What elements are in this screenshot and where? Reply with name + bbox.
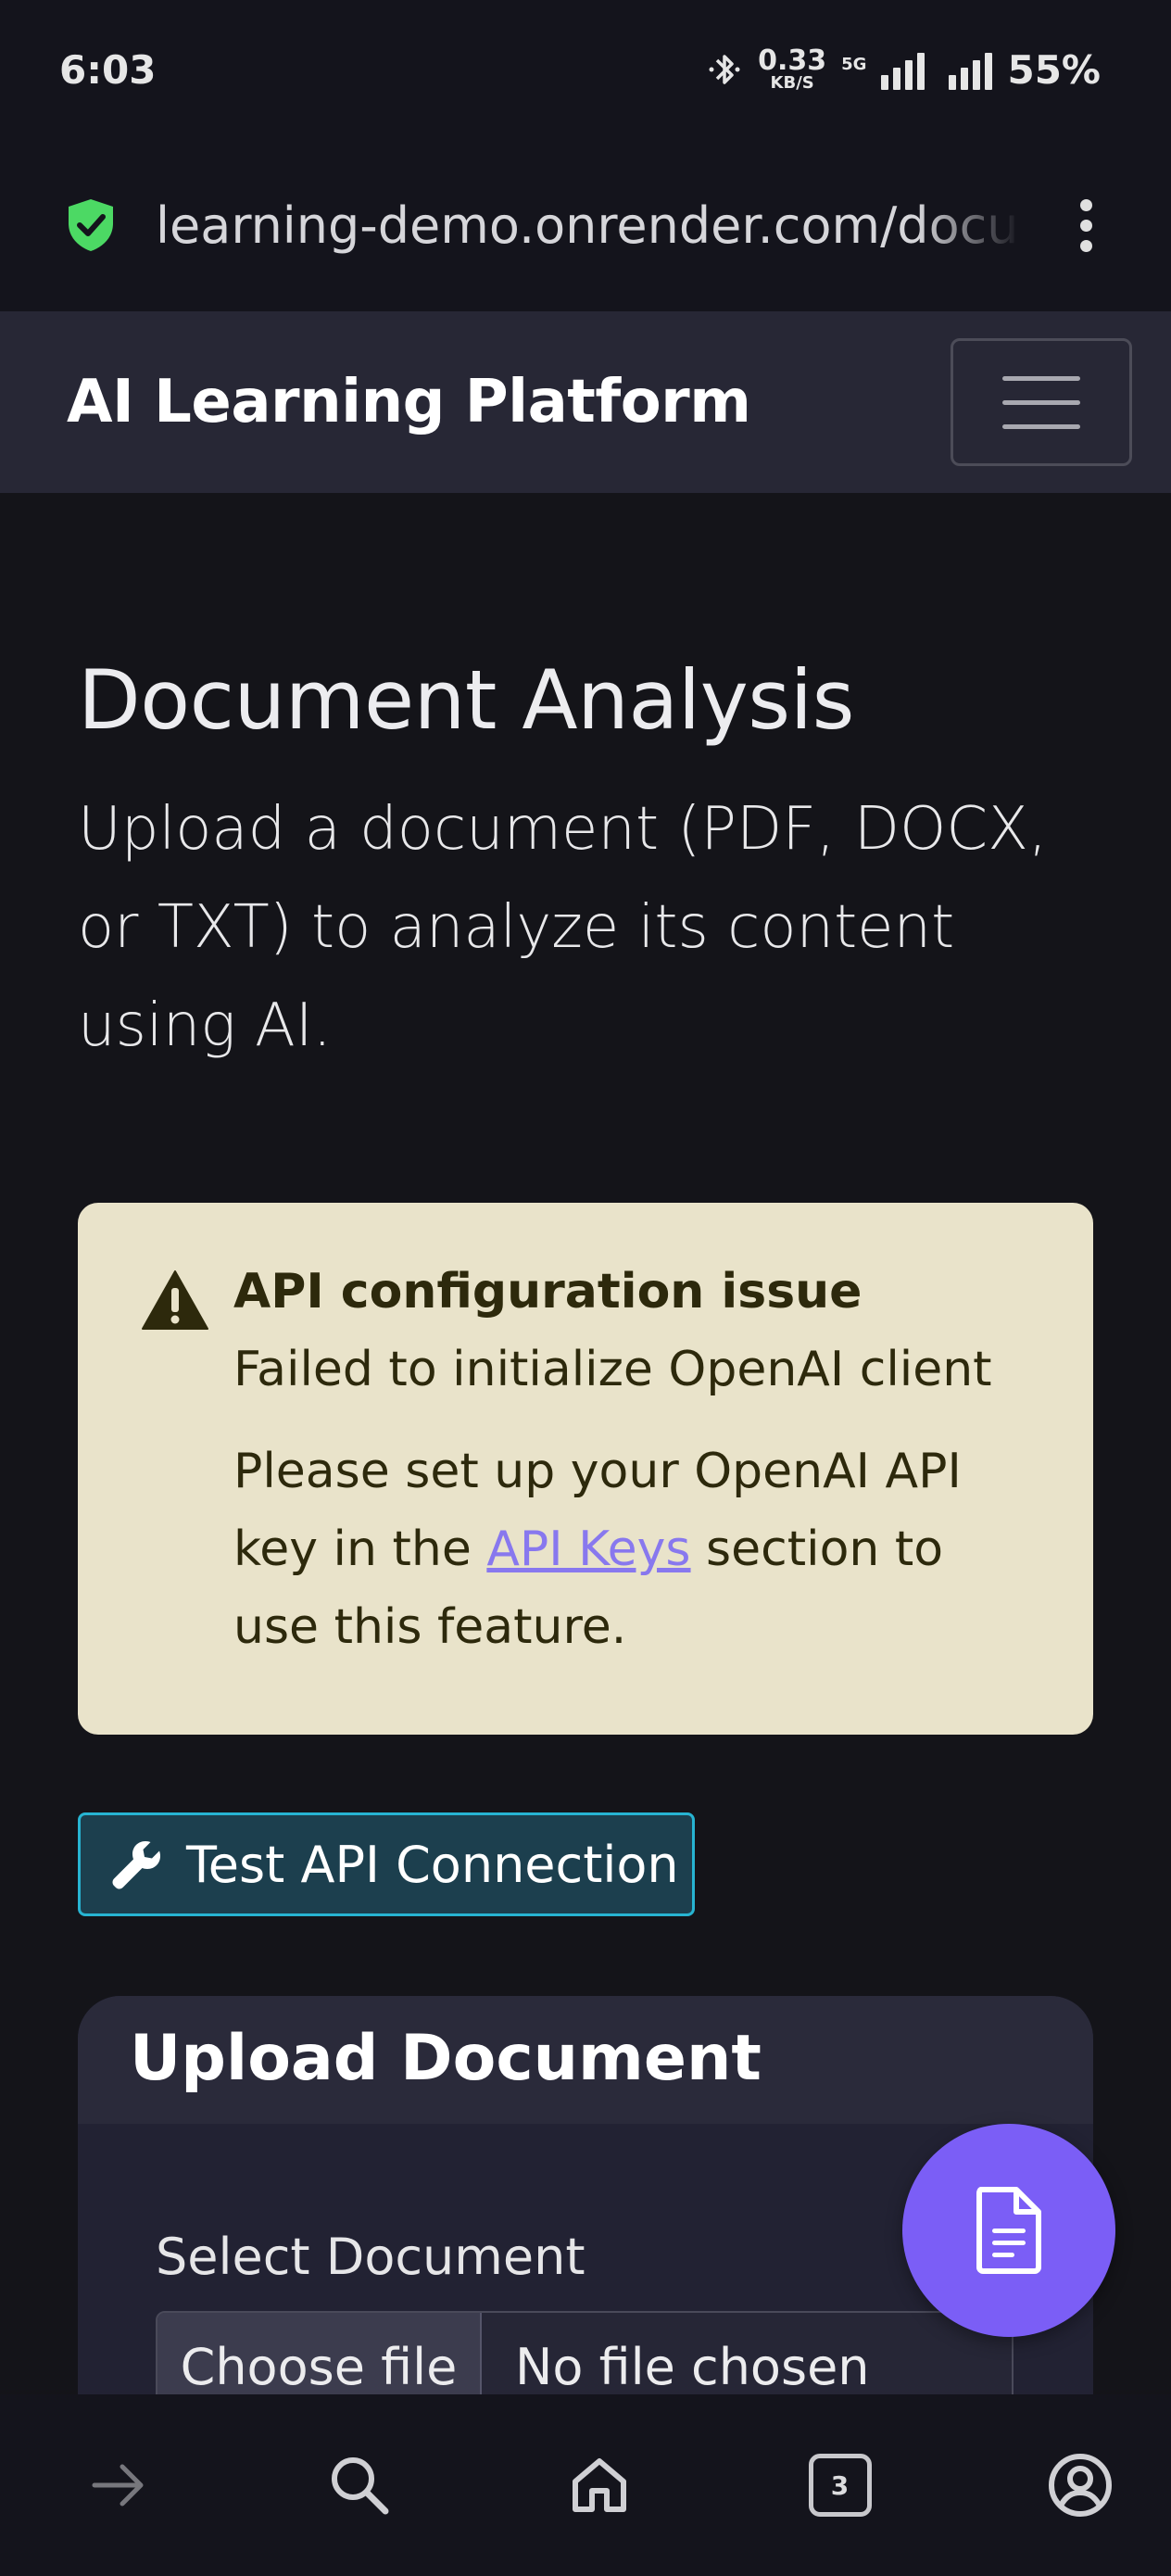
select-document-label: Select Document [156,2228,586,2286]
page-description: Upload a document (PDF, DOCX, or TXT) to… [78,795,1048,1060]
test-api-connection-button[interactable]: Test API Connection [78,1812,695,1916]
site-navbar: AI Learning Platform [0,311,1171,493]
status-indicators: 0.33 KB/S 5G 55% [706,47,1101,93]
menu-icon[interactable] [951,338,1132,466]
account-icon[interactable] [1043,2448,1117,2522]
url-text[interactable]: learning-demo.onrender.com/documents [156,196,1021,255]
alert-message: Failed to initialize OpenAI client [233,1342,992,1397]
status-bar: 6:03 0.33 KB/S 5G 55% [0,0,1171,139]
network-type: 5G [841,54,867,74]
tabs-icon[interactable]: 3 [803,2448,877,2522]
document-icon [976,2187,1041,2274]
search-icon[interactable] [322,2448,397,2522]
test-api-label: Test API Connection [186,1835,679,1894]
warning-icon [142,1270,208,1330]
navbar-brand[interactable]: AI Learning Platform [67,368,751,436]
home-icon[interactable] [562,2448,636,2522]
tabs-count: 3 [808,2454,872,2517]
page-title: Document Analysis [78,652,854,748]
bluetooth-icon [709,55,740,84]
alert-title: API configuration issue [233,1264,863,1320]
document-fab-button[interactable] [902,2124,1115,2337]
wrench-icon [112,1841,160,1889]
battery-level: 55% [1007,46,1101,93]
api-warning-alert: API configuration issue Failed to initia… [78,1203,1093,1735]
status-time: 6:03 [59,46,157,93]
card-header: Upload Document [78,1996,1093,2124]
browser-url-bar[interactable]: learning-demo.onrender.com/documents [0,139,1171,311]
browser-bottom-nav: 3 [0,2394,1171,2576]
forward-icon[interactable] [82,2448,156,2522]
signal-icon [881,49,925,90]
signal-icon [949,49,993,90]
network-speed: 0.33 KB/S [758,44,827,93]
api-keys-link[interactable]: API Keys [486,1522,690,1577]
alert-help-text: Please set up your OpenAI API key in the… [233,1444,962,1655]
secure-shield-icon[interactable] [65,197,117,253]
browser-menu-icon[interactable] [1067,198,1104,252]
